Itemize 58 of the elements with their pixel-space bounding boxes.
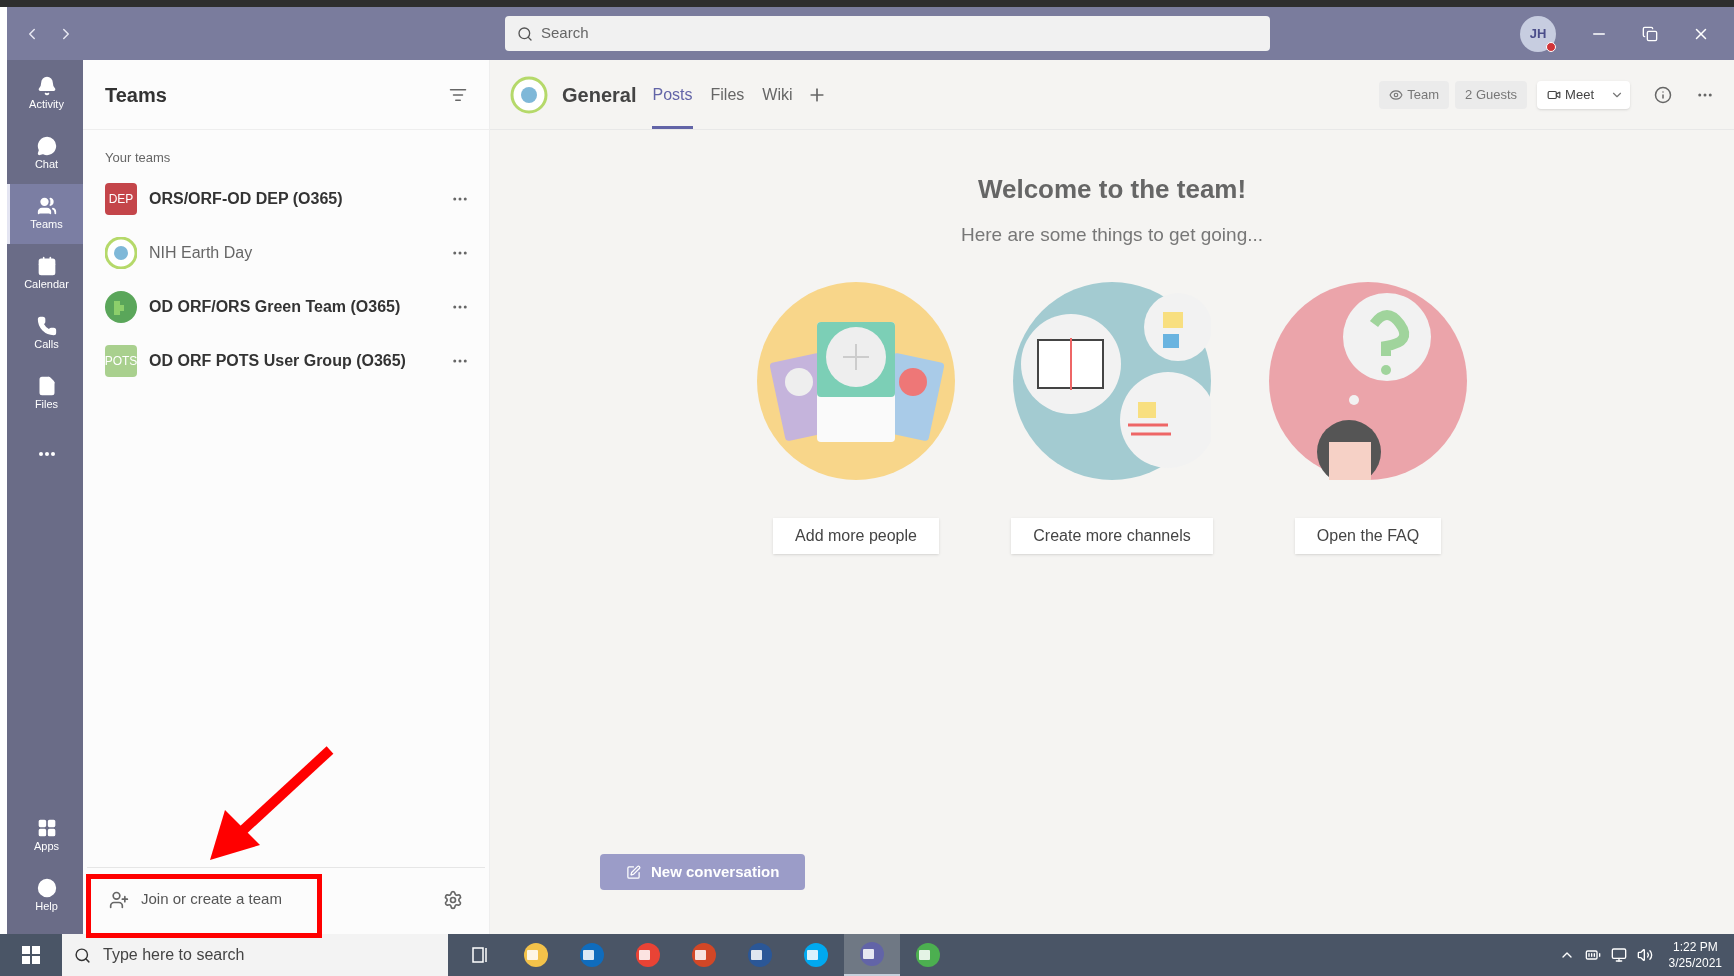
search-icon xyxy=(517,25,533,42)
welcome-subtitle: Here are some things to get going... xyxy=(960,223,1264,247)
team-avatar: DEP xyxy=(105,182,137,215)
more-icon xyxy=(38,452,55,456)
search-field[interactable]: Search xyxy=(505,16,1270,51)
new-conversation-button[interactable]: New conversation xyxy=(600,854,806,890)
clock-date: 3/25/2021 xyxy=(1668,955,1722,971)
team-avatar: POTS xyxy=(105,344,137,377)
add-person-icon xyxy=(109,889,129,910)
channel-tab[interactable]: Posts xyxy=(652,60,693,129)
rail-item[interactable]: Calls xyxy=(7,304,83,364)
people-icon xyxy=(36,195,57,216)
join-team-link[interactable]: Join or create a team xyxy=(141,888,282,911)
rail-item[interactable]: Teams xyxy=(7,184,83,244)
suggestion-button[interactable]: Open the FAQ xyxy=(1294,517,1442,554)
phone-icon xyxy=(36,315,57,336)
search-icon xyxy=(74,946,91,964)
suggestion-button[interactable]: Create more channels xyxy=(1011,517,1213,554)
windows-logo-icon[interactable] xyxy=(22,946,40,964)
rail-item[interactable]: Chat xyxy=(7,124,83,184)
eye-icon xyxy=(1389,87,1404,102)
restore-icon[interactable] xyxy=(1642,25,1658,42)
rail-item[interactable]: Calendar xyxy=(7,244,83,304)
taskbar-app[interactable] xyxy=(844,934,900,976)
info-icon[interactable] xyxy=(1654,85,1672,104)
channel-tab[interactable]: Wiki xyxy=(762,60,793,129)
suggestion-button[interactable]: Add more people xyxy=(773,517,939,554)
section-label: Your teams xyxy=(105,149,172,167)
compose-icon xyxy=(626,864,641,880)
chat-icon xyxy=(36,135,57,156)
rail-item[interactable]: Activity xyxy=(7,64,83,124)
rail-item[interactable]: Help xyxy=(7,866,83,926)
rail-item[interactable]: Apps xyxy=(7,806,83,866)
user-avatar[interactable]: JH xyxy=(1520,15,1556,52)
team-item[interactable]: POTS OD ORF POTS User Group (O365) xyxy=(83,333,489,388)
clock-time: 1:22 PM xyxy=(1672,939,1718,955)
team-button[interactable]: Team xyxy=(1379,80,1450,109)
panel-title: Teams xyxy=(105,82,167,108)
settings-icon[interactable] xyxy=(443,889,463,910)
welcome-title: Welcome to the team! xyxy=(977,173,1247,206)
search-input[interactable]: Search xyxy=(541,22,1258,45)
battery-icon[interactable] xyxy=(1584,947,1601,963)
taskbar-search-input[interactable]: Type here to search xyxy=(103,943,436,967)
bell-icon xyxy=(36,75,57,96)
team-item[interactable]: NIH Earth Day xyxy=(83,225,489,280)
task-view-icon xyxy=(470,945,490,965)
guests-button[interactable]: 2 Guests xyxy=(1455,80,1528,109)
channel-name: General xyxy=(562,82,637,108)
team-item[interactable]: DEP ORS/ORF-OD DEP (O365) xyxy=(83,171,489,226)
globe-logo-icon xyxy=(510,75,548,114)
team-item[interactable]: OD ORF/ORS Green Team (O365) xyxy=(83,279,489,334)
volume-icon[interactable] xyxy=(1636,947,1653,963)
taskbar-search-field[interactable]: Type here to search xyxy=(62,934,448,976)
grid-icon xyxy=(36,817,57,838)
calendar-icon xyxy=(36,255,57,276)
channel-tab[interactable]: Files xyxy=(710,60,745,129)
network-icon[interactable] xyxy=(1610,947,1627,963)
rail-item[interactable]: Files xyxy=(7,364,83,424)
